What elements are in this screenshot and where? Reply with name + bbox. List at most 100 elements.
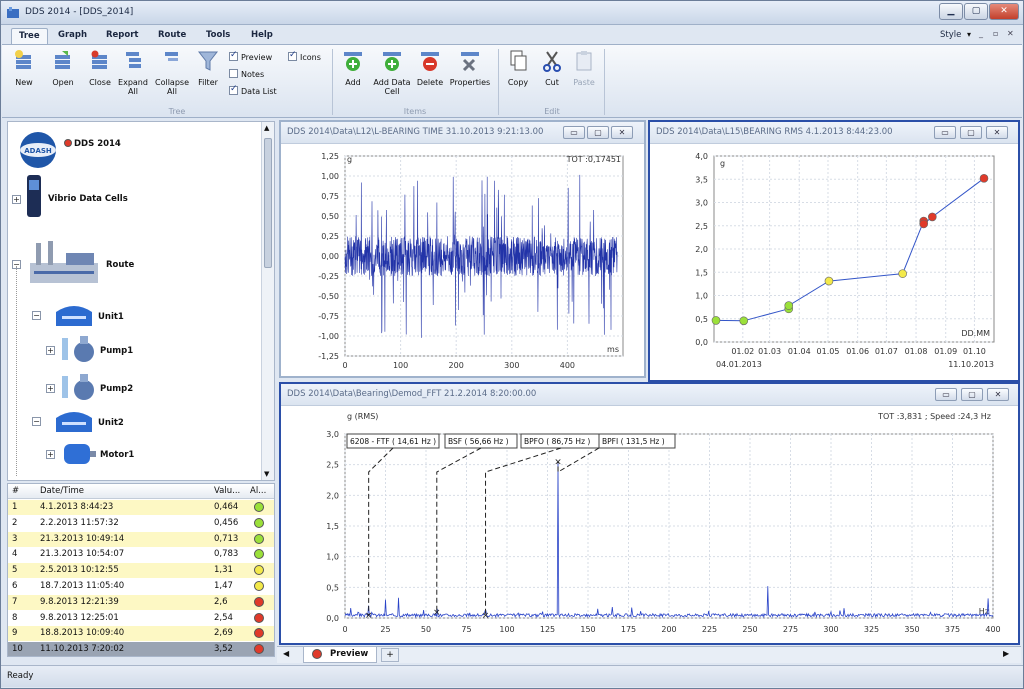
- collapse-all-button[interactable]: Collapse All: [152, 49, 192, 96]
- collapse-unit1-icon[interactable]: −: [32, 311, 41, 320]
- trend-close-button[interactable]: ✕: [986, 126, 1008, 139]
- pump-icon: [62, 336, 94, 362]
- tree-scrollbar[interactable]: ▲ ▼: [261, 122, 274, 480]
- list-row[interactable]: 10 11.10.2013 7:20:02 3,52: [8, 642, 274, 656]
- cut-button[interactable]: Cut: [538, 49, 566, 87]
- minimize-button[interactable]: ▁: [939, 3, 963, 20]
- icons-checkbox[interactable]: Icons: [288, 50, 321, 63]
- copy-button[interactable]: Copy: [504, 49, 532, 87]
- add-button[interactable]: Add: [338, 49, 368, 87]
- close-button[interactable]: ✕: [989, 3, 1019, 20]
- time-close-button[interactable]: ✕: [611, 126, 633, 139]
- col-header-number[interactable]: #: [12, 484, 19, 499]
- data-list-checkbox[interactable]: Data List: [229, 84, 277, 97]
- tree-node-pump1[interactable]: Pump1: [100, 346, 133, 356]
- row-value: 2,54: [214, 612, 233, 623]
- fft-max-button[interactable]: ▢: [961, 388, 983, 401]
- list-row[interactable]: 3 21.3.2013 10:49:14 0,713: [8, 531, 274, 547]
- properties-button[interactable]: Properties: [448, 49, 492, 87]
- col-header-datetime[interactable]: Date/Time: [40, 484, 84, 499]
- new-button[interactable]: New: [10, 49, 38, 87]
- tree-node-dds-2014[interactable]: DDS 2014: [74, 139, 121, 149]
- time-max-button[interactable]: ▢: [587, 126, 609, 139]
- expand-all-button[interactable]: Expand All: [116, 49, 150, 96]
- collapse-unit2-icon[interactable]: −: [32, 417, 41, 426]
- y-tick-label: 2,5: [695, 222, 708, 231]
- add-tab-button[interactable]: +: [381, 648, 399, 662]
- fft-close-button[interactable]: ✕: [987, 388, 1009, 401]
- list-row[interactable]: 5 2.5.2013 10:12:55 1,31: [8, 563, 274, 579]
- delete-button[interactable]: Delete: [414, 49, 446, 87]
- group-separator-3: [604, 49, 605, 115]
- icons-check-icon: [288, 50, 297, 61]
- fft-window-header: DDS 2014\Data\Bearing\Demod_FFT 21.2.201…: [281, 384, 1018, 406]
- expand-pump2-icon[interactable]: +: [46, 384, 55, 393]
- list-row[interactable]: 6 18.7.2013 11:05:40 1,47: [8, 579, 274, 594]
- fft-window[interactable]: DDS 2014\Data\Bearing\Demod_FFT 21.2.201…: [279, 382, 1020, 645]
- tab-report[interactable]: Report: [99, 28, 146, 44]
- tab-scroll-left-icon[interactable]: ◀: [283, 649, 289, 658]
- mdi-close-icon[interactable]: ✕: [1007, 29, 1014, 38]
- date-mode-label: DD.MM: [961, 329, 990, 338]
- tree-node-motor1[interactable]: Motor1: [100, 450, 134, 460]
- notes-checkbox[interactable]: Notes: [229, 69, 264, 80]
- row-number: 10: [12, 644, 23, 655]
- app-logo-icon: [7, 7, 19, 18]
- list-row[interactable]: 7 9.8.2013 12:21:39 2,6: [8, 594, 274, 610]
- tab-preview[interactable]: Preview: [303, 647, 377, 663]
- x-tick-label: 100: [393, 361, 408, 370]
- open-button[interactable]: Open: [48, 49, 78, 87]
- col-header-alarm[interactable]: Al...: [250, 484, 266, 499]
- mdi-restore-icon[interactable]: ▫: [993, 29, 998, 38]
- row-value: 0,456: [214, 517, 239, 528]
- scroll-down-icon[interactable]: ▼: [264, 470, 269, 478]
- tree-node-pump2[interactable]: Pump2: [100, 384, 133, 394]
- paste-button[interactable]: Paste: [570, 49, 598, 87]
- tree-node-vibrio-data-cells[interactable]: Vibrio Data Cells: [48, 194, 128, 204]
- status-text: Ready: [7, 671, 34, 681]
- trend-min-button[interactable]: ▭: [934, 126, 956, 139]
- time-waveform-window[interactable]: DDS 2014\Data\L12\L-BEARING TIME 31.10.2…: [279, 120, 646, 378]
- tab-tools[interactable]: Tools: [199, 28, 237, 44]
- list-row[interactable]: 2 2.2.2013 11:57:32 0,456: [8, 515, 274, 531]
- tab-help[interactable]: Help: [244, 28, 280, 44]
- row-value: 1,47: [214, 581, 233, 591]
- row-number: 9: [12, 628, 18, 639]
- app-window: DDS 2014 - [DDS_2014] ▁ ▢ ✕ Tree Graph R…: [0, 0, 1024, 689]
- chevron-down-icon[interactable]: ▾: [967, 30, 971, 39]
- scroll-up-icon[interactable]: ▲: [264, 124, 269, 132]
- close-label: Close: [89, 78, 111, 87]
- row-number: 6: [12, 581, 18, 591]
- preview-checkbox[interactable]: Preview: [229, 50, 272, 63]
- close-tree-button[interactable]: Close: [86, 49, 114, 87]
- time-min-button[interactable]: ▭: [563, 126, 585, 139]
- list-row[interactable]: 9 18.8.2013 10:09:40 2,69: [8, 626, 274, 642]
- tab-graph[interactable]: Graph: [51, 28, 94, 44]
- tree-node-unit2[interactable]: Unit2: [98, 418, 124, 428]
- tree-node-unit1[interactable]: Unit1: [98, 312, 124, 322]
- list-row[interactable]: 1 4.1.2013 8:44:23 0,464: [8, 500, 274, 515]
- tab-tree[interactable]: Tree: [11, 28, 48, 44]
- list-row[interactable]: 8 9.8.2013 12:25:01 2,54: [8, 610, 274, 626]
- fft-min-button[interactable]: ▭: [935, 388, 957, 401]
- style-dropdown[interactable]: Style: [933, 28, 968, 44]
- mdi-minimize-icon[interactable]: _: [979, 29, 983, 38]
- trend-max-button[interactable]: ▢: [960, 126, 982, 139]
- expand-vibrio-icon[interactable]: +: [12, 195, 21, 204]
- tab-route[interactable]: Route: [151, 28, 193, 44]
- expand-pump1-icon[interactable]: +: [46, 346, 55, 355]
- maximize-button[interactable]: ▢: [964, 3, 988, 20]
- pump-icon-2: [62, 374, 94, 400]
- tree-node-route[interactable]: Route: [106, 260, 134, 270]
- expand-motor1-icon[interactable]: +: [46, 450, 55, 459]
- y-tick-label: 1,00: [321, 172, 339, 181]
- trend-window[interactable]: DDS 2014\Data\L15\BEARING RMS 4.1.2013 8…: [648, 120, 1020, 382]
- tree-scroll-thumb[interactable]: [264, 138, 272, 268]
- tab-scroll-right-icon[interactable]: ▶: [1003, 649, 1009, 658]
- filter-button[interactable]: Filter: [194, 49, 222, 87]
- data-list: # Date/Time Valu... Al... 1 4.1.2013 8:44…: [7, 483, 275, 657]
- list-row[interactable]: 4 21.3.2013 10:54:07 0,783: [8, 547, 274, 563]
- col-header-value[interactable]: Valu...: [214, 484, 240, 499]
- add-data-cell-button[interactable]: Add Data Cell: [370, 49, 414, 96]
- x-tick-label: 225: [702, 625, 717, 634]
